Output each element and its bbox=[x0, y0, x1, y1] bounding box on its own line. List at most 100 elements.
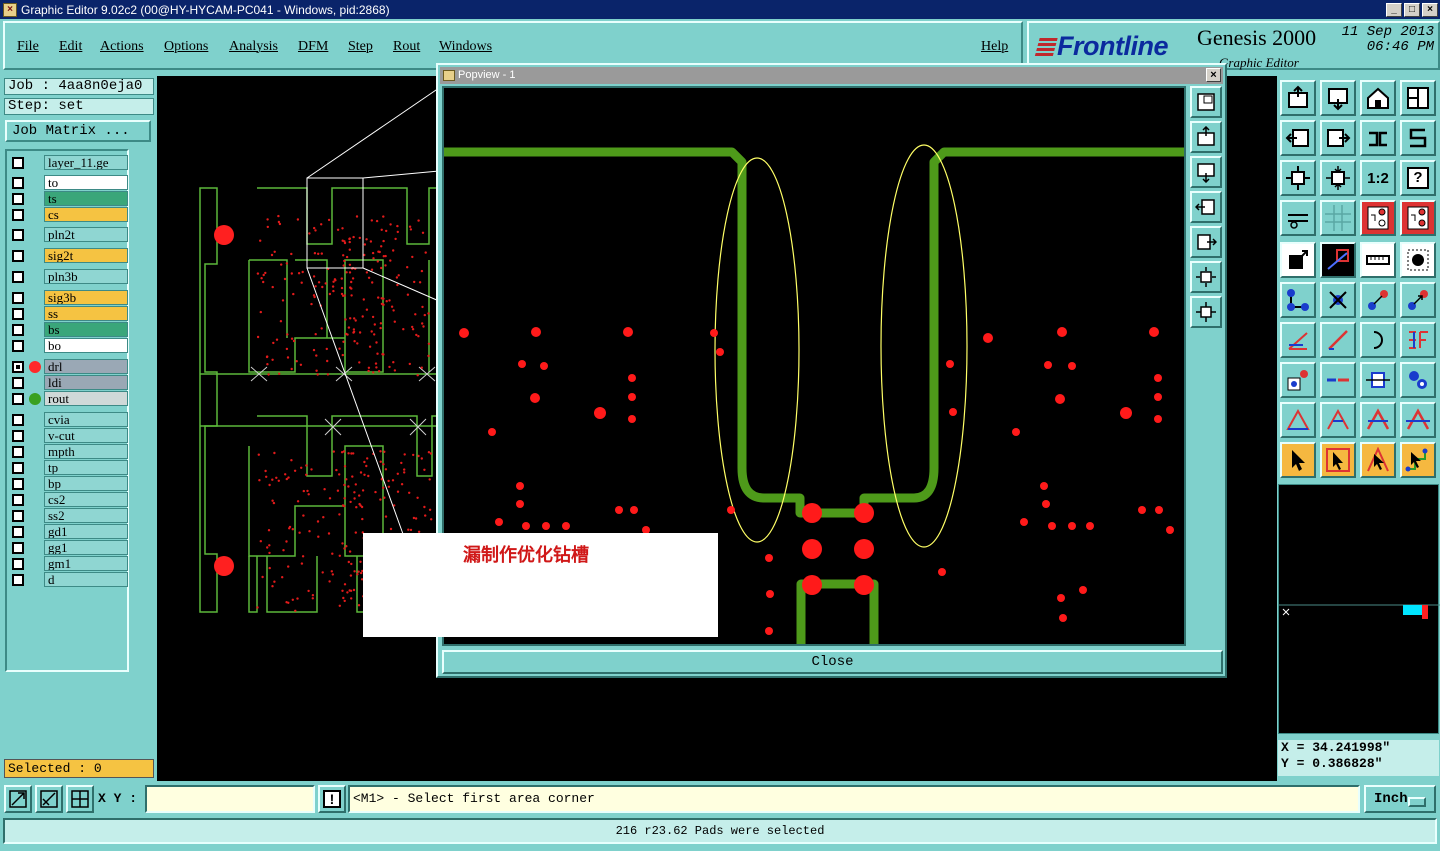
stretch-button[interactable] bbox=[1360, 362, 1396, 398]
layer-name[interactable]: tp bbox=[44, 460, 128, 475]
popview-close-x-button[interactable]: × bbox=[1206, 68, 1221, 82]
select-net-button[interactable] bbox=[1360, 442, 1396, 478]
layer-checkbox[interactable] bbox=[12, 250, 24, 262]
add-feature-button[interactable] bbox=[1280, 242, 1316, 278]
grid-button[interactable] bbox=[1320, 200, 1356, 236]
layer-checkbox[interactable] bbox=[12, 526, 24, 538]
layer-checkbox[interactable] bbox=[12, 340, 24, 352]
select-area-button[interactable] bbox=[1400, 242, 1436, 278]
menu-step[interactable]: Step bbox=[348, 39, 373, 55]
flip-button[interactable] bbox=[1320, 242, 1356, 278]
layer-name[interactable]: sig2t bbox=[44, 248, 128, 263]
menu-dfm[interactable]: DFM bbox=[298, 39, 328, 55]
layer-checkbox[interactable] bbox=[12, 542, 24, 554]
connect-pads-button[interactable] bbox=[1280, 282, 1316, 318]
menu-analysis[interactable]: Analysis bbox=[229, 39, 278, 55]
menu-rout[interactable]: Rout bbox=[393, 39, 420, 55]
layer-name[interactable]: v-cut bbox=[44, 428, 128, 443]
layer-name[interactable]: d bbox=[44, 572, 128, 587]
layer-checkbox[interactable] bbox=[12, 558, 24, 570]
layer-row-layer-11-ge[interactable]: layer_11.ge bbox=[10, 155, 128, 170]
popview-zoom-in-button[interactable] bbox=[1190, 261, 1222, 293]
layer-name[interactable]: bp bbox=[44, 476, 128, 491]
alert-button[interactable]: ! bbox=[318, 785, 346, 813]
copy-pad-button[interactable] bbox=[1400, 282, 1436, 318]
move-pad-button[interactable] bbox=[1360, 282, 1396, 318]
snap-button[interactable] bbox=[4, 785, 32, 813]
window-layout-button[interactable] bbox=[1400, 80, 1436, 116]
layer-checkbox[interactable] bbox=[12, 193, 24, 205]
layer-row-mpth[interactable]: mpth bbox=[10, 444, 128, 459]
select-box-button[interactable] bbox=[1320, 442, 1356, 478]
layer-row-cs[interactable]: cs bbox=[10, 207, 128, 222]
popview-close-button[interactable]: Close bbox=[442, 650, 1223, 674]
layer-name[interactable]: cs bbox=[44, 207, 128, 222]
pan-right-button[interactable] bbox=[1320, 120, 1356, 156]
layer-checkbox[interactable] bbox=[12, 157, 24, 169]
layer-name[interactable]: mpth bbox=[44, 444, 128, 459]
zoom-out-button[interactable] bbox=[1320, 160, 1356, 196]
layer-checkbox[interactable] bbox=[12, 177, 24, 189]
layer-row-rout[interactable]: rout bbox=[10, 391, 128, 406]
layer-row-bp[interactable]: bp bbox=[10, 476, 128, 491]
layer-display-2-button[interactable] bbox=[1400, 200, 1436, 236]
layer-checkbox[interactable] bbox=[12, 574, 24, 586]
xy-input[interactable] bbox=[145, 785, 315, 813]
select-path-button[interactable] bbox=[1400, 442, 1436, 478]
layer-row-pln3b[interactable]: pln3b bbox=[10, 269, 128, 284]
layer-row-ts[interactable]: ts bbox=[10, 191, 128, 206]
popview-fit-button[interactable] bbox=[1190, 121, 1222, 153]
layer-name[interactable]: rout bbox=[44, 391, 128, 406]
layer-name[interactable]: sig3b bbox=[44, 290, 128, 305]
popview-pan-right-button[interactable] bbox=[1190, 226, 1222, 258]
layer-row-to[interactable]: to bbox=[10, 175, 128, 190]
layer-row-gd1[interactable]: gd1 bbox=[10, 524, 128, 539]
menu-help[interactable]: Help bbox=[981, 39, 1008, 55]
select-pointer-button[interactable] bbox=[1280, 442, 1316, 478]
layer-row-cvia[interactable]: cvia bbox=[10, 412, 128, 427]
line-button[interactable] bbox=[1320, 322, 1356, 358]
split-line-button[interactable] bbox=[1320, 362, 1356, 398]
grid-snap-button[interactable] bbox=[66, 785, 94, 813]
pan-left-button[interactable] bbox=[1280, 120, 1316, 156]
layer-checkbox[interactable] bbox=[12, 292, 24, 304]
maximize-button[interactable]: □ bbox=[1404, 2, 1420, 17]
fill-text-button[interactable] bbox=[1400, 322, 1436, 358]
layer-checkbox[interactable] bbox=[12, 229, 24, 241]
layer-checkbox[interactable] bbox=[12, 462, 24, 474]
layer-checkbox[interactable] bbox=[12, 494, 24, 506]
layer-checkbox[interactable] bbox=[12, 414, 24, 426]
layer-checkbox[interactable] bbox=[12, 478, 24, 490]
arc-button[interactable] bbox=[1360, 322, 1396, 358]
layer-row-sig2t[interactable]: sig2t bbox=[10, 248, 128, 263]
close-window-button[interactable]: × bbox=[1422, 2, 1438, 17]
layer-row-cs2[interactable]: cs2 bbox=[10, 492, 128, 507]
cluster-button[interactable] bbox=[1400, 362, 1436, 398]
layer-checkbox[interactable] bbox=[12, 393, 24, 405]
units-selector[interactable]: Inch bbox=[1364, 785, 1436, 813]
layer-name[interactable]: gg1 bbox=[44, 540, 128, 555]
layer-row-d[interactable]: d bbox=[10, 572, 128, 587]
redraw-button[interactable] bbox=[1400, 120, 1436, 156]
delete-pad-button[interactable] bbox=[1320, 282, 1356, 318]
layer-name[interactable]: pln3b bbox=[44, 269, 128, 284]
layer-name[interactable]: cvia bbox=[44, 412, 128, 427]
layer-checkbox[interactable] bbox=[12, 308, 24, 320]
layer-name[interactable]: ss bbox=[44, 306, 128, 321]
ratio-button[interactable]: 1:2 bbox=[1360, 160, 1396, 196]
fit-screen-button[interactable] bbox=[1280, 80, 1316, 116]
zoom-home-button[interactable] bbox=[1320, 80, 1356, 116]
layer-row-bo[interactable]: bo bbox=[10, 338, 128, 353]
layer-row-sig3b[interactable]: sig3b bbox=[10, 290, 128, 305]
popview-zoom-out-button[interactable] bbox=[1190, 296, 1222, 328]
layer-name[interactable]: drl bbox=[44, 359, 128, 374]
layer-checkbox[interactable] bbox=[12, 361, 24, 373]
help-button[interactable]: ? bbox=[1400, 160, 1436, 196]
layer-name[interactable]: bs bbox=[44, 322, 128, 337]
layer-checkbox[interactable] bbox=[12, 377, 24, 389]
popview-home-button[interactable] bbox=[1190, 156, 1222, 188]
menu-windows[interactable]: Windows bbox=[439, 39, 492, 55]
layer-row-v-cut[interactable]: v-cut bbox=[10, 428, 128, 443]
layer-name[interactable]: to bbox=[44, 175, 128, 190]
angle-button[interactable] bbox=[1280, 322, 1316, 358]
